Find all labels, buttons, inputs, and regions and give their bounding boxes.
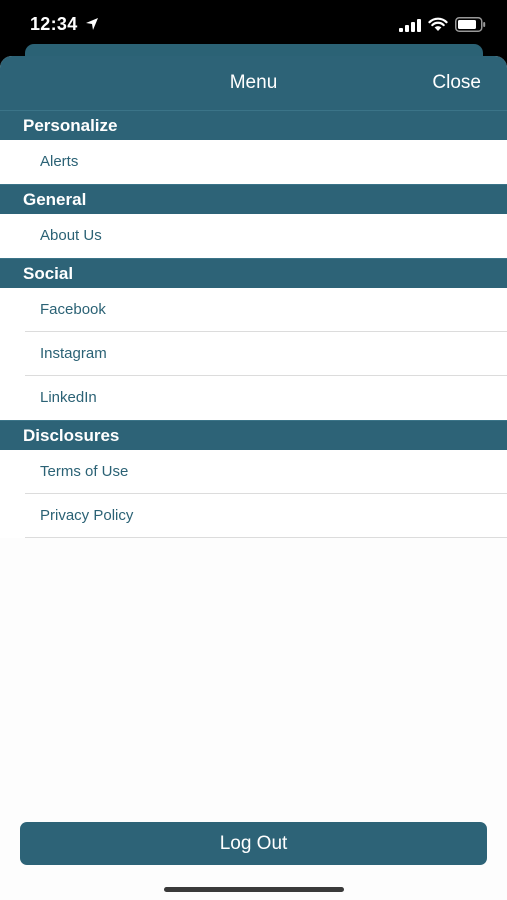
section-header-general: General — [0, 184, 507, 214]
menu-item-alerts[interactable]: Alerts — [0, 140, 507, 184]
battery-icon — [455, 17, 486, 32]
section-header-disclosures: Disclosures — [0, 420, 507, 450]
menu-item-terms-of-use[interactable]: Terms of Use — [0, 450, 507, 494]
menu-item-facebook[interactable]: Facebook — [0, 288, 507, 332]
status-time: 12:34 — [30, 14, 78, 34]
wifi-icon — [428, 17, 448, 31]
menu-item-linkedin[interactable]: LinkedIn — [0, 376, 507, 420]
menu-item-instagram[interactable]: Instagram — [0, 332, 507, 376]
section-header-personalize: Personalize — [0, 110, 507, 140]
section-header-social: Social — [0, 258, 507, 288]
home-indicator — [164, 887, 344, 892]
menu-item-privacy-policy[interactable]: Privacy Policy — [0, 494, 507, 538]
log-out-button[interactable]: Log Out — [20, 822, 487, 865]
nav-bar: Menu Close — [0, 56, 507, 110]
close-button[interactable]: Close — [432, 72, 481, 94]
status-bar: 12:34 — [0, 0, 507, 48]
menu-title: Menu — [229, 72, 278, 93]
menu-sheet: Menu Close Personalize Alerts General Ab… — [0, 56, 507, 900]
location-arrow-icon — [86, 18, 98, 30]
menu-item-about-us[interactable]: About Us — [0, 214, 507, 258]
cellular-signal-icon — [399, 19, 421, 32]
